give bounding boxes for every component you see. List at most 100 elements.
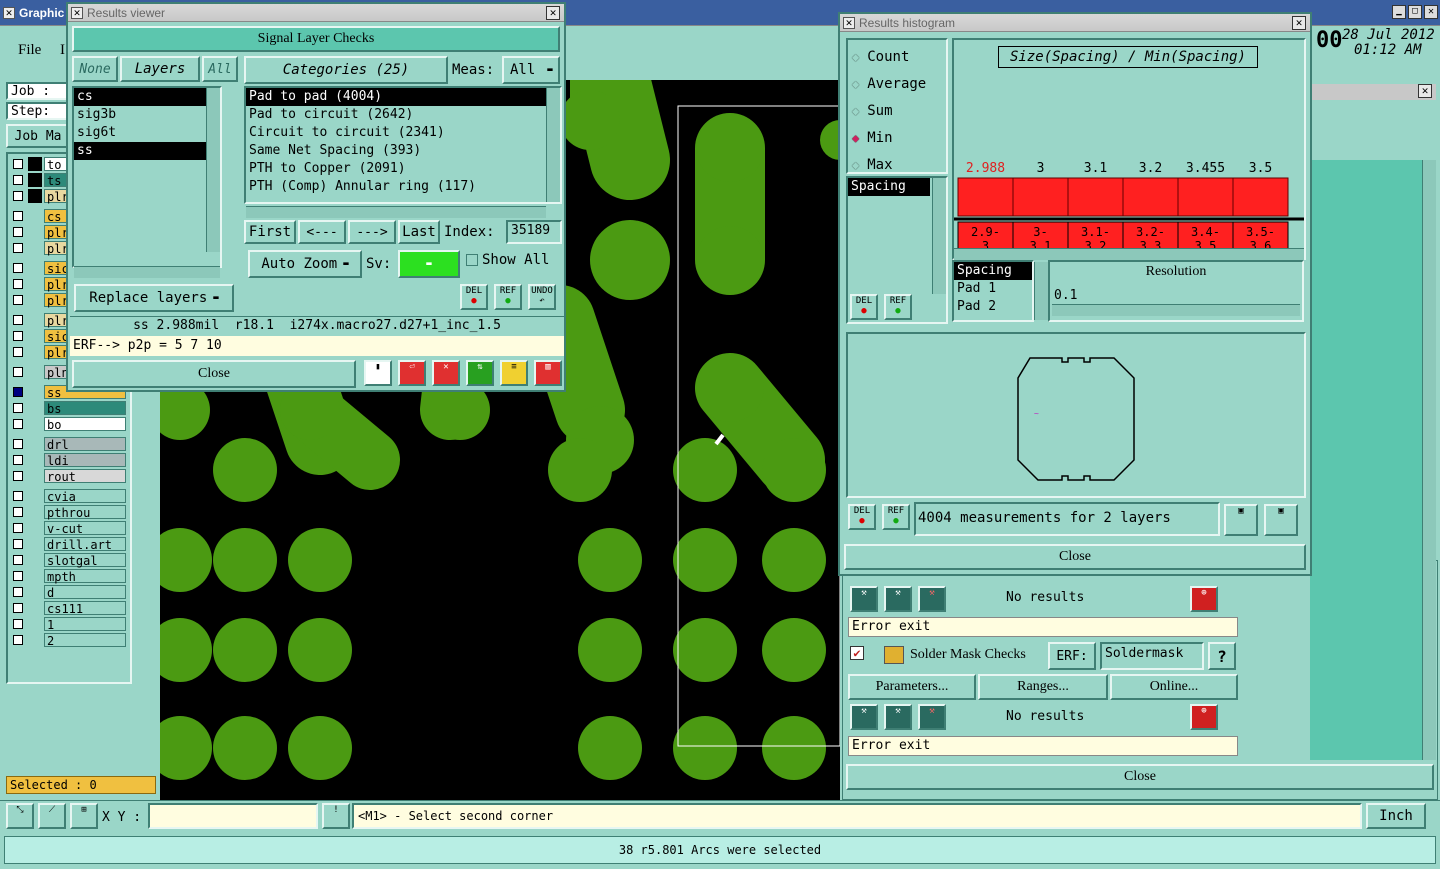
layer-checkbox[interactable] (13, 191, 23, 201)
layer-row[interactable]: ldi (10, 452, 130, 468)
layer-row[interactable]: cvia (10, 488, 130, 504)
units-button[interactable]: Inch (1366, 803, 1426, 829)
layer-name[interactable]: rout (44, 469, 126, 484)
histogram-chart[interactable]: 2.9882.9-333-3.13.13.1-3.23.23.2-3.33.45… (954, 40, 1304, 258)
rv-show-all-checkbox[interactable] (466, 254, 478, 266)
rh-resolution-slider[interactable] (1052, 304, 1300, 316)
rv-category-item[interactable]: Pad to circuit (2642) (246, 106, 546, 124)
rv-category-list[interactable]: Pad to pad (4004) Pad to circuit (2642) Ci… (244, 86, 562, 204)
layer-row[interactable]: 1 (10, 616, 130, 632)
layer-name[interactable]: 1 (44, 617, 126, 632)
layer-name[interactable]: d (44, 585, 126, 600)
rv-layer-item[interactable]: sig3b (74, 106, 206, 124)
stop-icon-2[interactable]: ⚒ (918, 704, 946, 730)
rv-category-hscroll[interactable] (246, 206, 546, 218)
rv-undo-button[interactable]: UNDO ↶ (528, 284, 556, 310)
layer-checkbox[interactable] (13, 635, 23, 645)
layer-checkbox[interactable] (13, 439, 23, 449)
layer-checkbox[interactable] (13, 471, 23, 481)
rh-layer-item[interactable]: Pad 2 (954, 298, 1032, 316)
layer-name[interactable]: bo (44, 417, 126, 432)
layer-name[interactable]: v-cut (44, 521, 126, 536)
layer-name[interactable]: cvia (44, 489, 126, 504)
alert-icon[interactable]: ! (322, 803, 350, 829)
layer-row[interactable]: rout (10, 468, 130, 484)
layer-name[interactable]: ldi (44, 453, 126, 468)
right-panel-close-icon[interactable]: ✕ (1418, 84, 1432, 98)
stop-icon[interactable]: ⚒ (918, 586, 946, 612)
layer-row[interactable]: pthrou (10, 504, 130, 520)
layer-checkbox[interactable] (13, 403, 23, 413)
layer-row[interactable]: mpth (10, 568, 130, 584)
rh-radio-average[interactable]: ◆ Average (848, 71, 946, 98)
layer-name[interactable]: mpth (44, 569, 126, 584)
rh-radio-count[interactable]: ◆ Count (848, 44, 946, 71)
rh-radio-sum[interactable]: ◆ Sum (848, 98, 946, 125)
layer-checkbox[interactable] (13, 603, 23, 613)
rv-layer-hscroll[interactable] (74, 266, 220, 278)
rv-meas-select[interactable]: All ▬ (502, 56, 560, 84)
rv-auto-zoom[interactable]: Auto Zoom ▬ (248, 250, 362, 278)
layer-row[interactable]: 2 (10, 632, 130, 648)
erf-value[interactable]: Soldermask (1100, 642, 1204, 670)
rv-close-button[interactable]: Close (72, 360, 356, 388)
rh-radio-min[interactable]: ◆ Min (848, 125, 946, 152)
rv-category-item[interactable]: PTH to Copper (2091) (246, 160, 546, 178)
histogram-bar[interactable] (1122, 177, 1179, 217)
rv-layer-scrollbar[interactable] (206, 88, 220, 252)
ranges-button[interactable]: Ranges... (978, 674, 1108, 700)
layer-name[interactable]: bs (44, 401, 126, 416)
layer-checkbox[interactable] (13, 263, 23, 273)
layer-checkbox[interactable] (13, 491, 23, 501)
checks-close-button[interactable]: Close (846, 764, 1434, 790)
histogram-bar[interactable] (1177, 177, 1234, 217)
rh-chart-hscroll[interactable] (954, 248, 1304, 260)
rh-layer-scroll[interactable] (1034, 262, 1048, 320)
layer-checkbox[interactable] (13, 619, 23, 629)
layer-checkbox[interactable] (13, 279, 23, 289)
layer-checkbox[interactable] (13, 331, 23, 341)
layer-row[interactable]: d (10, 584, 130, 600)
layer-checkbox[interactable] (13, 243, 23, 253)
zoom-tool-icon[interactable]: ⤡ (6, 803, 34, 829)
rv-screen-icon[interactable]: ▮ (364, 360, 392, 386)
layer-checkbox[interactable] (13, 315, 23, 325)
rv-erf-icon[interactable]: ✕ (432, 360, 460, 386)
zoom-results-icon-2[interactable]: ⊕ (1190, 704, 1218, 730)
layer-name[interactable]: drl (44, 437, 126, 452)
menu-file[interactable]: File (18, 42, 41, 59)
layer-checkbox[interactable] (13, 419, 23, 429)
rv-sv-select[interactable]: ▬ (398, 250, 460, 278)
layer-name[interactable]: drill.art (44, 537, 126, 552)
rv-replace-layers[interactable]: Replace layers ▬ (74, 284, 234, 312)
rv-category-item[interactable]: Same Net Spacing (393) (246, 142, 546, 160)
close-icon[interactable]: ✕ (1424, 5, 1438, 19)
rv-del-button[interactable]: DEL ● (460, 284, 488, 310)
layer-checkbox[interactable] (13, 295, 23, 305)
layer-row[interactable]: bs (10, 400, 130, 416)
rh-close-icon[interactable]: ✕ (1292, 16, 1306, 30)
layer-checkbox[interactable] (13, 367, 23, 377)
rh-export-icon[interactable]: ▣ (1224, 504, 1258, 536)
layer-checkbox[interactable] (13, 159, 23, 169)
layer-checkbox[interactable] (13, 175, 23, 185)
rv-all-button[interactable]: All (202, 56, 238, 82)
layer-name[interactable]: 2 (44, 633, 126, 648)
rv-next-button[interactable]: ---> (348, 220, 396, 244)
rh-radio-max[interactable]: ◆ Max (848, 152, 946, 179)
run-all-icon-2[interactable]: ⚒ (884, 704, 912, 730)
rv-layer-item[interactable]: cs (74, 88, 206, 106)
rv-category-item[interactable]: PTH (Comp) Annular ring (117) (246, 178, 546, 196)
rv-index-input[interactable]: 35189 (506, 220, 562, 244)
run-icon-2[interactable]: ⚒ (850, 704, 878, 730)
run-all-icon[interactable]: ⚒ (884, 586, 912, 612)
layer-checkbox[interactable] (13, 571, 23, 581)
rh-layer-item[interactable]: Pad 1 (954, 280, 1032, 298)
rv-category-item[interactable]: Pad to pad (4004) (246, 88, 546, 106)
rv-last-button[interactable]: Last (398, 220, 440, 244)
layer-name[interactable]: pthrou (44, 505, 126, 520)
rv-sort-icon[interactable]: ⇅ (466, 360, 494, 386)
rv-close-icon[interactable]: ✕ (546, 6, 560, 20)
rh-import-icon[interactable]: ▣ (1264, 504, 1298, 536)
help-button[interactable]: ? (1208, 642, 1236, 670)
